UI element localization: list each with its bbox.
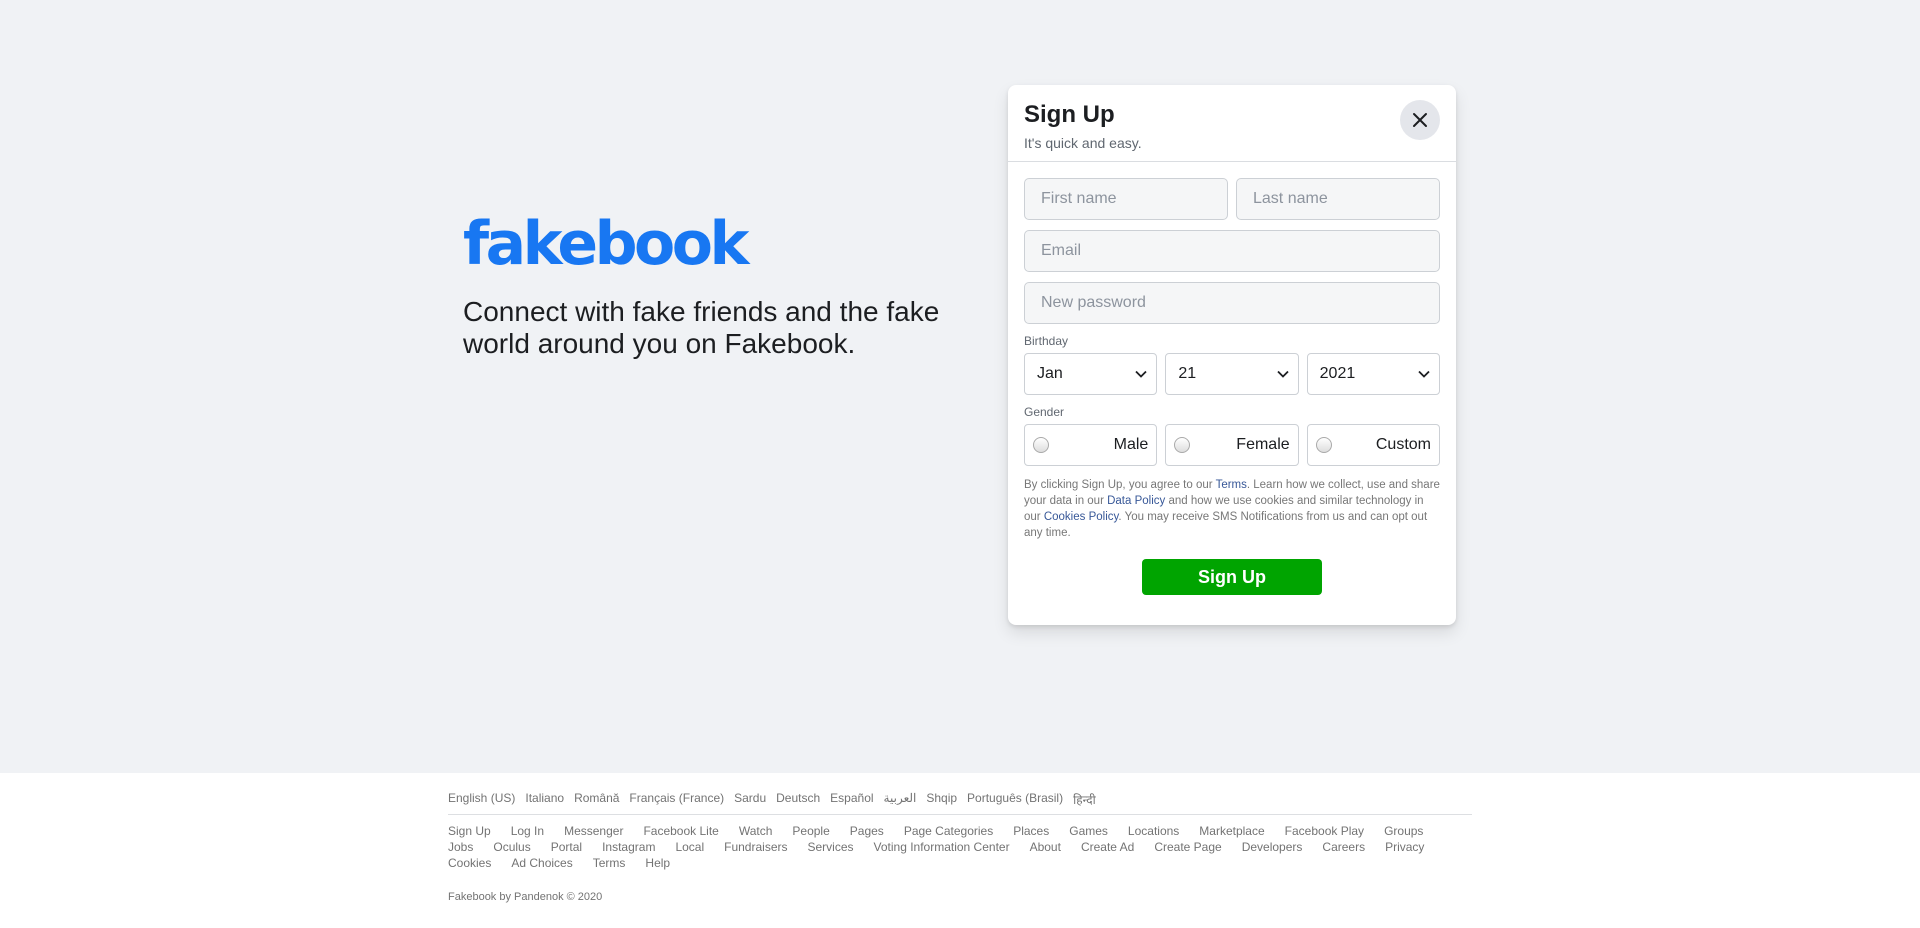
language-link[interactable]: Shqip	[926, 791, 957, 808]
footer-link[interactable]: Create Ad	[1081, 839, 1134, 855]
birthday-month-select[interactable]: Jan	[1024, 353, 1158, 395]
email-input[interactable]	[1024, 230, 1440, 272]
footer-link[interactable]: Ad Choices	[511, 855, 572, 871]
footer-link[interactable]: Help	[645, 855, 670, 871]
language-list: English (US) Italiano Română Français (F…	[448, 791, 1472, 815]
modal-subtitle: It's quick and easy.	[1024, 135, 1142, 151]
footer-link[interactable]: Jobs	[448, 839, 473, 855]
footer-link[interactable]: Services	[807, 839, 853, 855]
language-link[interactable]: Română	[574, 791, 619, 808]
hero: fakebook Connect with fake friends and t…	[463, 212, 983, 360]
gender-option-female[interactable]: Female	[1165, 424, 1299, 466]
chevron-down-icon	[1418, 370, 1430, 378]
gender-label: Gender	[1024, 405, 1065, 419]
signup-form: Birthday Jan 21 2021 Gender	[1008, 162, 1456, 611]
language-link[interactable]: Sardu	[734, 791, 766, 808]
footer-link[interactable]: Facebook Lite	[643, 823, 718, 839]
close-icon	[1413, 113, 1427, 127]
gender-option-custom[interactable]: Custom	[1306, 424, 1440, 466]
footer-link[interactable]: Messenger	[564, 823, 623, 839]
gender-label-male: Male	[1113, 436, 1149, 453]
birthday-day-select[interactable]: 21	[1165, 353, 1299, 395]
footer-link[interactable]: Marketplace	[1199, 823, 1264, 839]
footer-link[interactable]: Instagram	[602, 839, 655, 855]
birthday-year-select[interactable]: 2021	[1306, 353, 1440, 395]
modal-header: Sign Up It's quick and easy.	[1008, 85, 1456, 162]
modal-title: Sign Up	[1024, 101, 1115, 128]
radio-icon[interactable]	[1174, 437, 1191, 453]
footer-link[interactable]: People	[792, 823, 829, 839]
last-name-input[interactable]	[1236, 178, 1440, 220]
gender-option-male[interactable]: Male	[1024, 424, 1158, 466]
footer-link[interactable]: Facebook Play	[1285, 823, 1364, 839]
language-link[interactable]: हिन्दी	[1073, 791, 1096, 808]
legal-text-1: By clicking Sign Up, you agree to our	[1024, 479, 1216, 491]
birthday-day-value: 21	[1178, 365, 1197, 382]
language-link[interactable]: Français (France)	[629, 791, 724, 808]
footer-links: Sign Up Log In Messenger Facebook Lite W…	[448, 823, 1448, 871]
chevron-down-icon	[1277, 370, 1289, 378]
footer-link[interactable]: Fundraisers	[724, 839, 787, 855]
data-policy-link[interactable]: Data Policy	[1107, 495, 1165, 507]
footer-link[interactable]: Page Categories	[904, 823, 993, 839]
language-link[interactable]: Español	[830, 791, 873, 808]
legal-text: By clicking Sign Up, you agree to our Te…	[1024, 477, 1440, 541]
footer-link[interactable]: Places	[1013, 823, 1049, 839]
language-link[interactable]: Deutsch	[776, 791, 820, 808]
password-input[interactable]	[1024, 282, 1440, 324]
copyright: Fakebook by Pandenok © 2020	[448, 891, 603, 903]
logo: fakebook	[463, 209, 749, 279]
footer-link[interactable]: Careers	[1322, 839, 1365, 855]
birthday-year-value: 2021	[1319, 365, 1356, 382]
birthday-month-value: Jan	[1037, 365, 1063, 382]
gender-label-custom: Custom	[1375, 436, 1431, 453]
gender-row: Male Female Custom	[1024, 424, 1440, 466]
tagline: Connect with fake friends and the fake w…	[463, 296, 940, 359]
chevron-down-icon	[1135, 370, 1147, 378]
footer-link[interactable]: About	[1030, 839, 1061, 855]
first-name-input[interactable]	[1024, 178, 1228, 220]
language-link[interactable]: Italiano	[525, 791, 564, 808]
footer-link[interactable]: Developers	[1242, 839, 1303, 855]
page-background: fakebook Connect with fake friends and t…	[0, 0, 1920, 773]
language-link[interactable]: English (US)	[448, 791, 515, 808]
footer-link[interactable]: Groups	[1384, 823, 1423, 839]
close-button[interactable]	[1400, 100, 1440, 140]
footer: English (US) Italiano Română Français (F…	[448, 791, 1472, 903]
footer-link[interactable]: Log In	[511, 823, 544, 839]
cookies-policy-link[interactable]: Cookies Policy	[1044, 511, 1119, 523]
gender-label-female: Female	[1236, 436, 1290, 453]
footer-link[interactable]: Watch	[739, 823, 773, 839]
language-link[interactable]: العربية	[884, 791, 917, 808]
submit-wrap: Sign Up	[1024, 559, 1440, 595]
footer-link[interactable]: Locations	[1128, 823, 1179, 839]
radio-icon[interactable]	[1033, 437, 1049, 453]
footer-link[interactable]: Voting Information Center	[874, 839, 1010, 855]
birthday-label: Birthday	[1024, 334, 1069, 348]
footer-link[interactable]: Terms	[593, 855, 626, 871]
footer-link[interactable]: Cookies	[448, 855, 491, 871]
footer-link[interactable]: Local	[675, 839, 704, 855]
footer-link[interactable]: Pages	[850, 823, 884, 839]
footer-link[interactable]: Privacy	[1385, 839, 1424, 855]
radio-icon[interactable]	[1315, 437, 1332, 453]
birthday-row: Jan 21 2021	[1024, 353, 1440, 395]
terms-link[interactable]: Terms	[1216, 479, 1247, 491]
signup-modal: Sign Up It's quick and easy. Birthday Ja…	[1008, 85, 1456, 625]
footer-link[interactable]: Games	[1069, 823, 1108, 839]
footer-link[interactable]: Portal	[551, 839, 582, 855]
language-link[interactable]: Português (Brasil)	[967, 791, 1063, 808]
footer-link[interactable]: Sign Up	[448, 823, 491, 839]
sign-up-button[interactable]: Sign Up	[1142, 559, 1322, 595]
footer-link[interactable]: Create Page	[1154, 839, 1221, 855]
footer-link[interactable]: Oculus	[493, 839, 530, 855]
name-row	[1024, 178, 1440, 220]
